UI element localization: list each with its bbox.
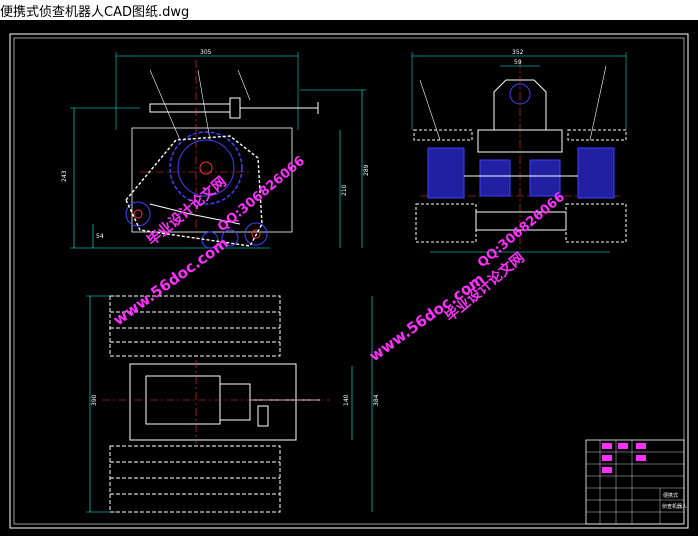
- top-dim-height-right-2: 384: [373, 394, 380, 406]
- front-dim-height-right-1: 210: [341, 184, 348, 196]
- title-bar: 便携式侦查机器人CAD图纸.dwg: [0, 0, 698, 21]
- cad-canvas[interactable]: 305 243 54 210 289 352 59 390 140 384 便携…: [0, 20, 698, 532]
- front-dim-width: 305: [200, 49, 212, 56]
- side-dim-inner: 59: [514, 59, 522, 66]
- title-block-text-1: 便携式: [663, 492, 678, 499]
- top-dim-height-right-1: 140: [343, 394, 350, 406]
- drawing-svg: 305 243 54 210 289 352 59 390 140 384 便携…: [0, 20, 698, 532]
- front-dim-height-right-2: 289: [363, 164, 370, 176]
- side-dim-width: 352: [512, 49, 524, 56]
- front-dim-height-left: 243: [61, 170, 68, 182]
- front-dim-small: 54: [96, 233, 104, 240]
- title-block-text-2: 侦查机器人: [662, 503, 687, 510]
- window-title: 便携式侦查机器人CAD图纸.dwg: [0, 5, 190, 20]
- top-dim-height-left: 390: [91, 394, 98, 406]
